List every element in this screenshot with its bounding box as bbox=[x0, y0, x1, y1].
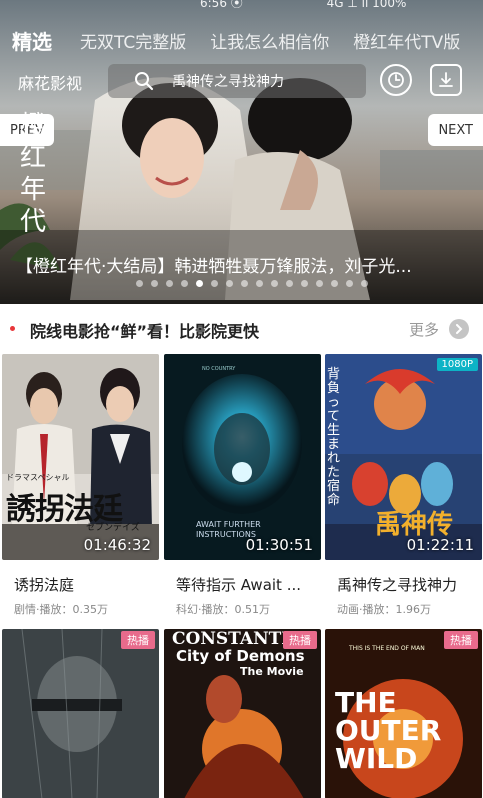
app-logo: 麻花影视 bbox=[18, 74, 83, 93]
carousel-dot[interactable] bbox=[181, 280, 188, 287]
carousel-dot[interactable] bbox=[241, 280, 248, 287]
duration-label: 01:46:32 bbox=[83, 536, 151, 554]
status-indicators: 4G ⊥ ll 100% bbox=[326, 0, 407, 10]
poster-tag: NO COUNTRY bbox=[202, 366, 236, 372]
status-bar: 6:56 ⦿ 4G ⊥ ll 100% bbox=[200, 0, 483, 10]
carousel-dot[interactable] bbox=[271, 280, 278, 287]
carousel-dot[interactable] bbox=[301, 280, 308, 287]
duration-label: 01:30:51 bbox=[245, 536, 313, 554]
poster-tag: ドラマスペシャル bbox=[6, 473, 70, 482]
top-nav: 精选 无双TC完整版 让我怎么相信你 橙红年代TV版 bbox=[0, 22, 483, 58]
tab-trust[interactable]: 让我怎么相信你 bbox=[210, 28, 329, 53]
hot-badge: 热播 bbox=[444, 631, 478, 649]
carousel-dot[interactable] bbox=[196, 280, 203, 287]
carousel-dot[interactable] bbox=[346, 280, 353, 287]
carousel-dot[interactable] bbox=[361, 280, 368, 287]
carousel-dot[interactable] bbox=[331, 280, 338, 287]
hot-badge: 热播 bbox=[283, 631, 317, 649]
more-button[interactable] bbox=[449, 319, 469, 339]
movie-poster[interactable]: NO COUNTRY AWAIT FURTHER INSTRUCTIONS 01… bbox=[164, 354, 321, 560]
movie-title[interactable]: 诱拐法庭 bbox=[14, 574, 159, 595]
tab-featured[interactable]: 精选 bbox=[12, 26, 52, 55]
section-marker bbox=[10, 326, 15, 331]
poster-title: THE OUTER WILD bbox=[335, 686, 442, 775]
search-row: 麻花影视 禹神传之寻找神力 bbox=[0, 64, 483, 98]
movie-poster[interactable]: 禹神传 背負って生まれた宿命 1080P 01:22:11 bbox=[325, 354, 482, 560]
movie-poster[interactable]: CONSTANTINE City of Demons The Movie 热播 bbox=[164, 629, 321, 798]
movie-meta: 剧情·播放：0.35万 bbox=[14, 603, 108, 616]
hero-caption[interactable]: 【橙红年代·大结局】韩进牺牲聂万锋服法，刘子光... bbox=[16, 252, 412, 277]
more-link[interactable]: 更多 bbox=[409, 319, 439, 340]
status-time: 6:56 ⦿ bbox=[200, 0, 243, 10]
movie-title[interactable]: 等待指示 Await ... bbox=[176, 574, 321, 595]
chevron-right-icon bbox=[456, 324, 463, 334]
tab-wushuang[interactable]: 无双TC完整版 bbox=[80, 28, 186, 53]
download-button[interactable] bbox=[430, 64, 462, 96]
section-title: 院线电影抢“鲜”看！比影院更快 bbox=[30, 322, 260, 341]
movie-meta: 科幻·播放：0.51万 bbox=[176, 603, 270, 616]
movie-title[interactable]: 禹神传之寻找神力 bbox=[337, 574, 482, 595]
poster-subtitle: City of Demons bbox=[176, 647, 305, 665]
carousel-dot[interactable] bbox=[256, 280, 263, 287]
search-icon bbox=[135, 72, 154, 91]
poster-art bbox=[2, 629, 159, 798]
carousel-dots[interactable] bbox=[136, 280, 368, 287]
hero-vertical-title: 橙红年代 bbox=[20, 111, 47, 237]
poster-subtitle: THIS IS THE END OF MAN bbox=[349, 645, 425, 652]
poster-subtitle: セブンデイズ bbox=[86, 523, 140, 533]
carousel-dot[interactable] bbox=[226, 280, 233, 287]
hero-banner[interactable]: 6:56 ⦿ 4G ⊥ ll 100% 精选 无双TC完整版 让我怎么相信你 橙… bbox=[0, 0, 483, 304]
quality-badge: 1080P bbox=[436, 358, 478, 371]
next-button[interactable]: NEXT bbox=[428, 114, 483, 146]
search-placeholder: 禹神传之寻找神力 bbox=[172, 74, 284, 90]
carousel-dot[interactable] bbox=[211, 280, 218, 287]
poster-subtitle: 背負って生まれた宿命 bbox=[327, 367, 341, 508]
movie-poster[interactable]: ドラマスペシャル 誘拐法廷 セブンデイズ 01:46:32 bbox=[2, 354, 159, 560]
movie-meta: 动画·播放：1.96万 bbox=[337, 603, 431, 616]
tab-chenghong[interactable]: 橙红年代TV版 bbox=[353, 28, 460, 53]
download-icon bbox=[439, 72, 453, 87]
movie-poster[interactable]: 热播 bbox=[2, 629, 159, 798]
duration-label: 01:22:11 bbox=[406, 536, 474, 554]
hot-badge: 热播 bbox=[121, 631, 155, 649]
section-header: 院线电影抢“鲜”看！比影院更快 更多 bbox=[0, 318, 483, 342]
movie-poster[interactable]: THIS IS THE END OF MAN THE OUTER WILD 热播 bbox=[325, 629, 482, 798]
history-button[interactable] bbox=[380, 64, 412, 96]
clock-icon bbox=[388, 72, 404, 88]
carousel-dot[interactable] bbox=[151, 280, 158, 287]
search-input[interactable]: 禹神传之寻找神力 bbox=[108, 64, 366, 98]
carousel-dot[interactable] bbox=[316, 280, 323, 287]
carousel-dot[interactable] bbox=[136, 280, 143, 287]
poster-subtitle-2: The Movie bbox=[240, 665, 304, 678]
carousel-dot[interactable] bbox=[286, 280, 293, 287]
carousel-dot[interactable] bbox=[166, 280, 173, 287]
